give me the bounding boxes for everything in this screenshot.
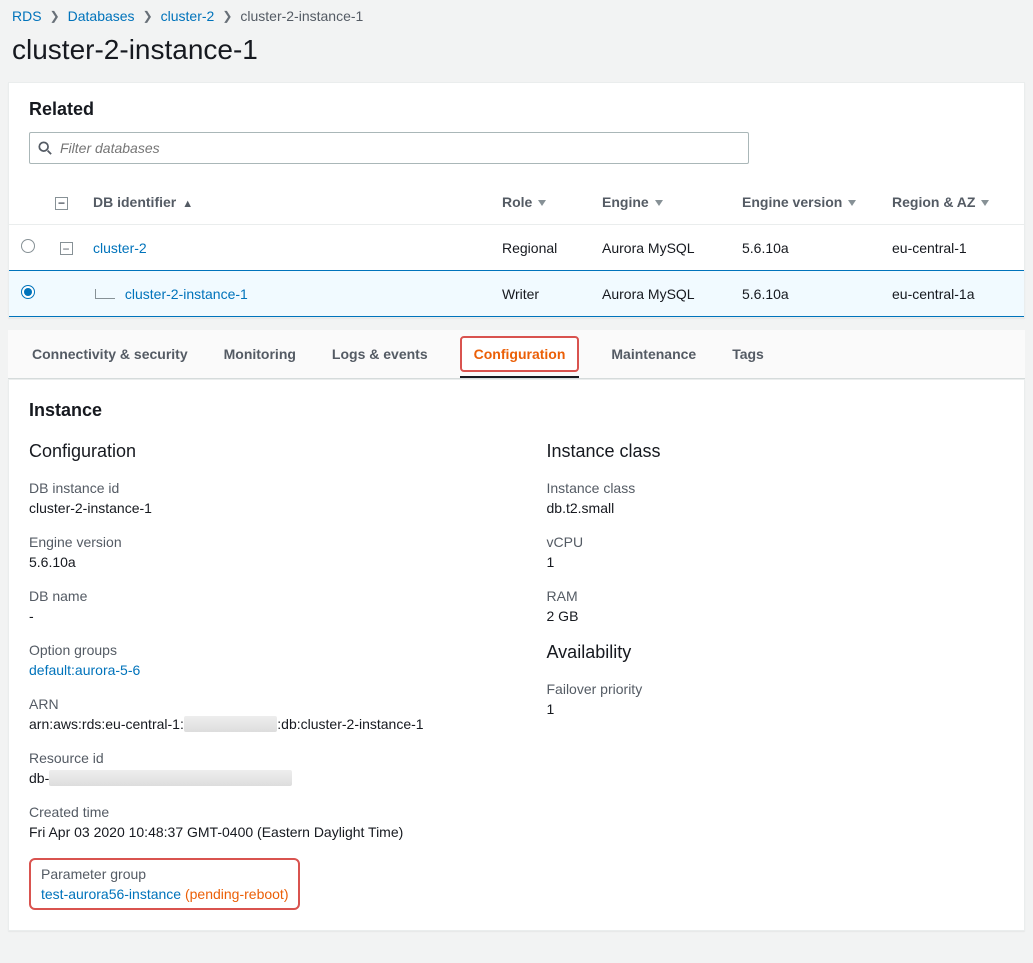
- value-vcpu: 1: [547, 554, 1005, 570]
- label-resource-id: Resource id: [29, 750, 487, 766]
- search-icon: [38, 141, 52, 155]
- db-identifier-link[interactable]: cluster-2: [93, 240, 147, 256]
- label-parameter-group: Parameter group: [41, 866, 288, 882]
- chevron-right-icon: ❯: [222, 9, 232, 23]
- filter-container: [29, 132, 749, 164]
- col-engine[interactable]: Engine: [594, 180, 734, 225]
- value-arn: arn:aws:rds:eu-central-1:000000000000:db…: [29, 716, 487, 732]
- value-resource-id: db-XXXXXXXXXXXXXXXXXXXXXXXXXX: [29, 770, 487, 786]
- label-arn: ARN: [29, 696, 487, 712]
- label-engine-version: Engine version: [29, 534, 487, 550]
- breadcrumb-databases[interactable]: Databases: [68, 8, 135, 24]
- breadcrumb-rds[interactable]: RDS: [12, 8, 42, 24]
- row-select-radio[interactable]: [21, 239, 35, 253]
- instance-heading: Instance: [29, 400, 1004, 421]
- value-db-name: -: [29, 608, 487, 624]
- collapse-icon[interactable]: −: [60, 242, 73, 255]
- parameter-group-link[interactable]: test-aurora56-instance: [41, 886, 181, 902]
- value-created-time: Fri Apr 03 2020 10:48:37 GMT-0400 (Easte…: [29, 824, 487, 840]
- label-db-instance-id: DB instance id: [29, 480, 487, 496]
- cell-engine: Aurora MySQL: [594, 225, 734, 271]
- value-db-instance-id: cluster-2-instance-1: [29, 500, 487, 516]
- availability-heading: Availability: [547, 642, 1005, 663]
- db-identifier-link[interactable]: cluster-2-instance-1: [125, 286, 248, 302]
- parameter-group-highlight: Parameter group test-aurora56-instance (…: [29, 858, 300, 910]
- col-engine-version[interactable]: Engine version: [734, 180, 884, 225]
- option-groups-link[interactable]: default:aurora-5-6: [29, 662, 140, 678]
- value-instance-class: db.t2.small: [547, 500, 1005, 516]
- chevron-right-icon: ❯: [143, 9, 153, 23]
- value-ram: 2 GB: [547, 608, 1005, 624]
- redacted-resource: XXXXXXXXXXXXXXXXXXXXXXXXXX: [49, 770, 292, 786]
- value-engine-version: 5.6.10a: [29, 554, 487, 570]
- value-failover-priority: 1: [547, 701, 1005, 717]
- tab-logs[interactable]: Logs & events: [328, 330, 432, 378]
- tab-tags[interactable]: Tags: [728, 330, 768, 378]
- col-role[interactable]: Role: [494, 180, 594, 225]
- label-instance-class: Instance class: [547, 480, 1005, 496]
- cell-region-az: eu-central-1a: [884, 271, 1024, 317]
- filter-icon: [538, 200, 546, 206]
- label-option-groups: Option groups: [29, 642, 487, 658]
- table-row[interactable]: − cluster-2 Regional Aurora MySQL 5.6.10…: [9, 225, 1024, 271]
- label-created-time: Created time: [29, 804, 487, 820]
- tab-maintenance[interactable]: Maintenance: [607, 330, 700, 378]
- filter-input[interactable]: [58, 139, 740, 157]
- collapse-all-icon[interactable]: −: [55, 197, 68, 210]
- parameter-group-status: (pending-reboot): [185, 886, 289, 902]
- tabs: Connectivity & security Monitoring Logs …: [8, 330, 1025, 379]
- filter-icon: [848, 200, 856, 206]
- tab-monitoring[interactable]: Monitoring: [220, 330, 300, 378]
- tab-connectivity[interactable]: Connectivity & security: [28, 330, 192, 378]
- label-vcpu: vCPU: [547, 534, 1005, 550]
- col-identifier[interactable]: DB identifier▲: [85, 180, 494, 225]
- filter-icon: [981, 200, 989, 206]
- tree-connector-icon: [95, 289, 115, 299]
- breadcrumb-current: cluster-2-instance-1: [240, 8, 363, 24]
- label-ram: RAM: [547, 588, 1005, 604]
- col-region-az[interactable]: Region & AZ: [884, 180, 1024, 225]
- label-db-name: DB name: [29, 588, 487, 604]
- cell-region-az: eu-central-1: [884, 225, 1024, 271]
- sort-asc-icon: ▲: [182, 198, 193, 210]
- redacted-account: 000000000000: [184, 716, 277, 732]
- tab-configuration[interactable]: Configuration: [460, 336, 580, 372]
- related-table: − DB identifier▲ Role Engine Engine vers…: [9, 180, 1024, 317]
- breadcrumb-cluster[interactable]: cluster-2: [161, 8, 215, 24]
- related-heading: Related: [29, 99, 1004, 120]
- row-select-radio[interactable]: [21, 285, 35, 299]
- label-failover-priority: Failover priority: [547, 681, 1005, 697]
- cell-engine-version: 5.6.10a: [734, 271, 884, 317]
- cell-role: Writer: [494, 271, 594, 317]
- page-title: cluster-2-instance-1: [12, 34, 1021, 66]
- chevron-right-icon: ❯: [50, 9, 60, 23]
- cell-role: Regional: [494, 225, 594, 271]
- filter-icon: [655, 200, 663, 206]
- breadcrumb: RDS ❯ Databases ❯ cluster-2 ❯ cluster-2-…: [8, 0, 1025, 30]
- table-row[interactable]: cluster-2-instance-1 Writer Aurora MySQL…: [9, 271, 1024, 317]
- instance-class-heading: Instance class: [547, 441, 1005, 462]
- configuration-heading: Configuration: [29, 441, 487, 462]
- cell-engine-version: 5.6.10a: [734, 225, 884, 271]
- cell-engine: Aurora MySQL: [594, 271, 734, 317]
